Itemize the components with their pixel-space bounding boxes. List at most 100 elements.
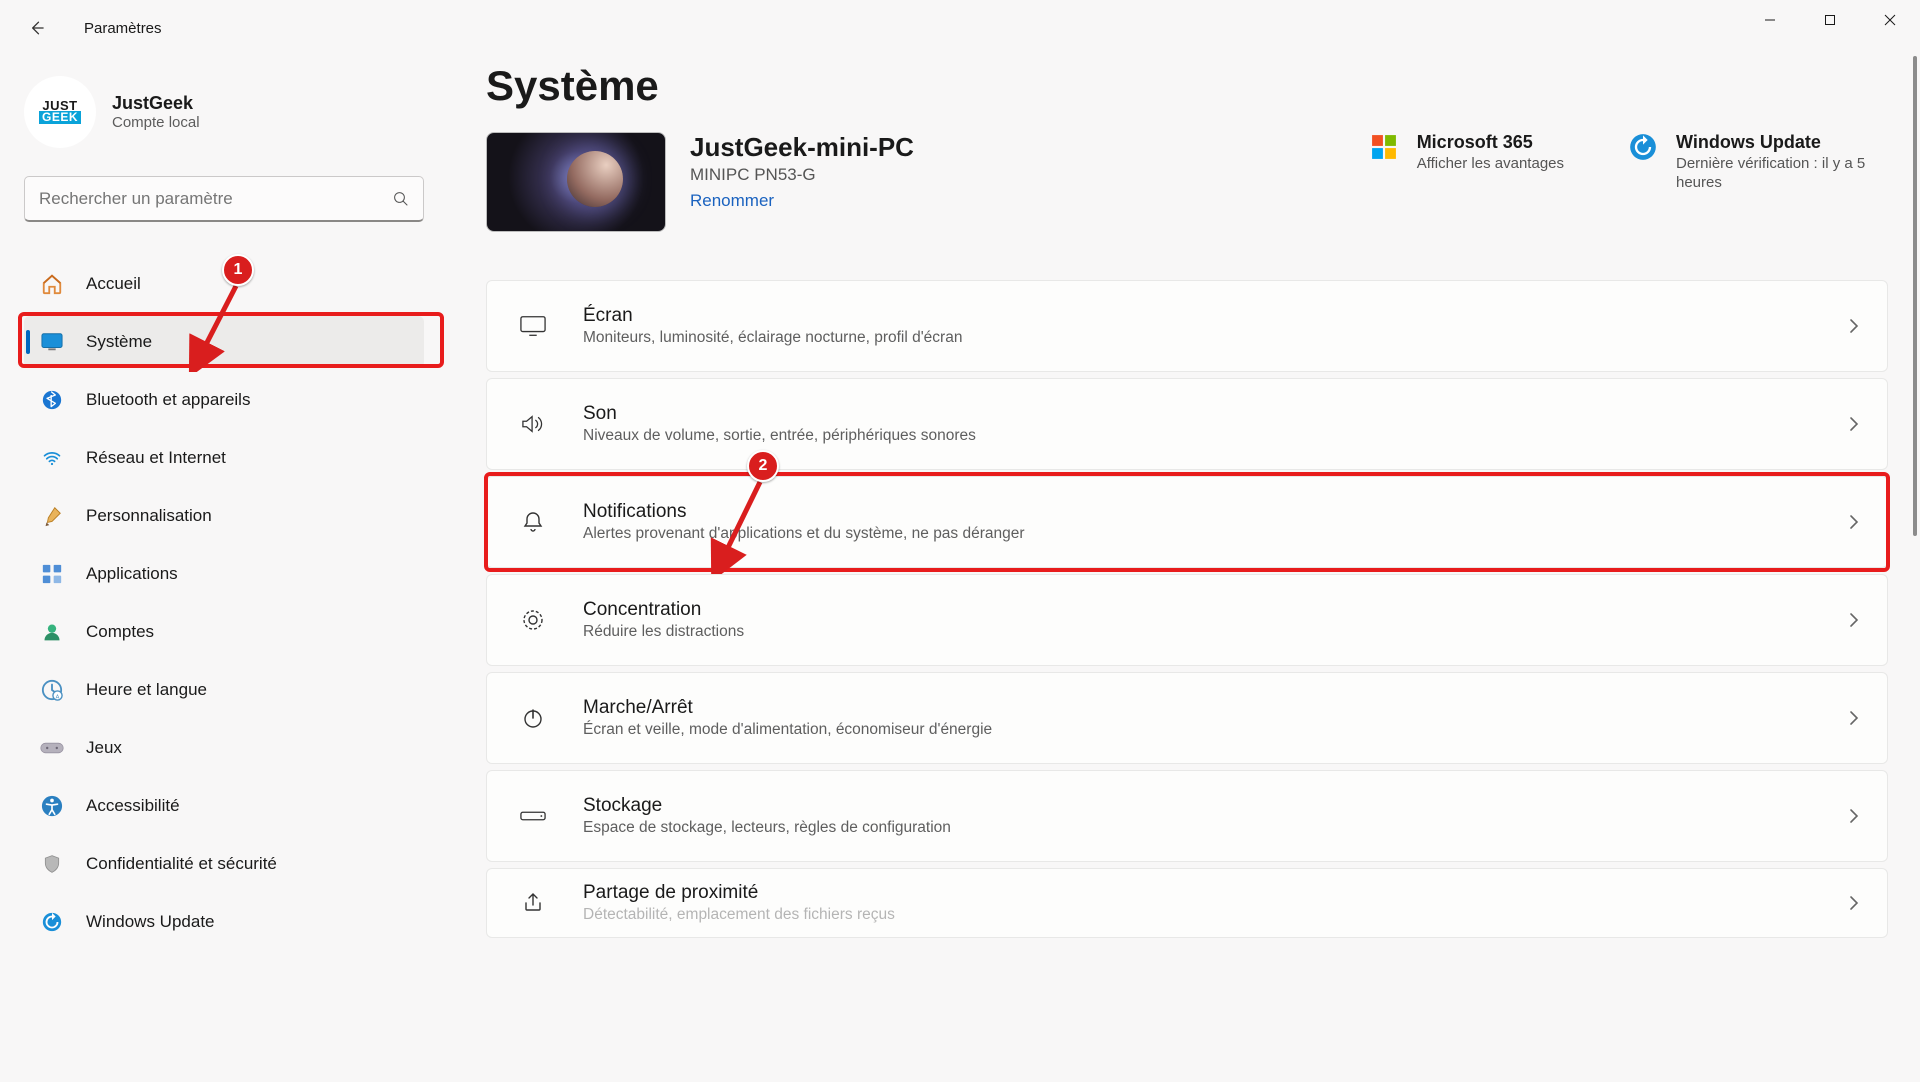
scrollbar-thumb[interactable] — [1913, 56, 1917, 536]
setting-sub: Espace de stockage, lecteurs, règles de … — [583, 819, 951, 837]
brush-icon — [40, 504, 64, 528]
sidebar-item-bluetooth[interactable]: Bluetooth et appareils — [24, 374, 424, 426]
sidebar-item-home[interactable]: Accueil — [24, 258, 424, 310]
setting-title: Notifications — [583, 501, 1025, 523]
setting-title: Partage de proximité — [583, 882, 895, 904]
sidebar-item-label: Accessibilité — [86, 796, 180, 816]
setting-title: Stockage — [583, 795, 951, 817]
avatar-text-bottom: GEEK — [39, 111, 81, 124]
maximize-icon — [1824, 14, 1836, 26]
rename-link[interactable]: Renommer — [690, 191, 774, 211]
search-input[interactable] — [24, 176, 424, 222]
privacy-icon — [40, 852, 64, 876]
chevron-right-icon — [1849, 318, 1859, 334]
update-sub: Dernière vérification : il y a 5 heures — [1676, 155, 1888, 193]
storage-icon — [515, 809, 551, 823]
update-block[interactable]: Windows Update Dernière vérification : i… — [1628, 132, 1888, 193]
desktop-thumbnail — [486, 132, 666, 232]
pc-name: JustGeek-mini-PC — [690, 132, 1345, 163]
sidebar-item-accounts[interactable]: Comptes — [24, 606, 424, 658]
scrollbar[interactable] — [1906, 56, 1920, 1082]
time-lang-icon: A — [40, 678, 64, 702]
search-icon — [392, 190, 410, 208]
apps-icon — [40, 562, 64, 586]
games-icon — [40, 736, 64, 760]
setting-sub: Moniteurs, luminosité, éclairage nocturn… — [583, 329, 962, 347]
bell-icon — [515, 510, 551, 534]
account-card[interactable]: JUST GEEK JustGeek Compte local — [24, 76, 424, 148]
window-title: Paramètres — [84, 20, 162, 37]
setting-sub: Niveaux de volume, sortie, entrée, périp… — [583, 427, 976, 445]
sidebar-item-label: Réseau et Internet — [86, 448, 226, 468]
setting-row-focus[interactable]: Concentration Réduire les distractions — [486, 574, 1888, 666]
avatar: JUST GEEK — [24, 76, 96, 148]
sidebar-item-label: Windows Update — [86, 912, 215, 932]
setting-sub: Détectabilité, emplacement des fichiers … — [583, 906, 895, 924]
power-icon — [515, 706, 551, 730]
setting-sub: Réduire les distractions — [583, 623, 744, 641]
chevron-right-icon — [1849, 808, 1859, 824]
account-name: JustGeek — [112, 93, 200, 114]
sidebar-item-label: Confidentialité et sécurité — [86, 854, 277, 874]
sidebar-item-privacy[interactable]: Confidentialité et sécurité — [24, 838, 424, 890]
chevron-right-icon — [1849, 416, 1859, 432]
user-icon — [40, 620, 64, 644]
sidebar-item-label: Heure et langue — [86, 680, 207, 700]
system-icon — [40, 330, 64, 354]
maximize-button[interactable] — [1800, 0, 1860, 40]
sidebar-item-label: Accueil — [86, 274, 141, 294]
home-icon — [40, 272, 64, 296]
setting-title: Son — [583, 403, 976, 425]
microsoft-icon — [1369, 132, 1399, 162]
update-title: Windows Update — [1676, 132, 1888, 153]
focus-icon — [515, 608, 551, 632]
setting-row-storage[interactable]: Stockage Espace de stockage, lecteurs, r… — [486, 770, 1888, 862]
sidebar-item-label: Jeux — [86, 738, 122, 758]
sidebar-nav: Accueil Système Bluetooth et appareils — [24, 258, 424, 948]
chevron-right-icon — [1849, 514, 1859, 530]
minimize-icon — [1764, 14, 1776, 26]
minimize-button[interactable] — [1740, 0, 1800, 40]
account-type: Compte local — [112, 114, 200, 131]
sidebar-item-label: Personnalisation — [86, 506, 212, 526]
sidebar-item-label: Bluetooth et appareils — [86, 390, 250, 410]
sidebar-item-label: Comptes — [86, 622, 154, 642]
setting-title: Écran — [583, 305, 962, 327]
close-icon — [1884, 14, 1896, 26]
accessibility-icon — [40, 794, 64, 818]
setting-row-power[interactable]: Marche/Arrêt Écran et veille, mode d'ali… — [486, 672, 1888, 764]
back-button[interactable] — [24, 16, 48, 40]
sidebar-item-label: Applications — [86, 564, 178, 584]
close-button[interactable] — [1860, 0, 1920, 40]
chevron-right-icon — [1849, 895, 1859, 911]
m365-block[interactable]: Microsoft 365 Afficher les avantages — [1369, 132, 1564, 193]
chevron-right-icon — [1849, 612, 1859, 628]
setting-sub: Écran et veille, mode d'alimentation, éc… — [583, 721, 992, 739]
sidebar-item-system[interactable]: Système — [24, 316, 424, 368]
display-icon — [515, 315, 551, 337]
setting-row-sound[interactable]: Son Niveaux de volume, sortie, entrée, p… — [486, 378, 1888, 470]
setting-row-display[interactable]: Écran Moniteurs, luminosité, éclairage n… — [486, 280, 1888, 372]
setting-row-nearby-sharing[interactable]: Partage de proximité Détectabilité, empl… — [486, 868, 1888, 938]
m365-sub: Afficher les avantages — [1417, 155, 1564, 174]
sidebar-item-network[interactable]: Réseau et Internet — [24, 432, 424, 484]
m365-title: Microsoft 365 — [1417, 132, 1564, 153]
setting-row-notifications[interactable]: Notifications Alertes provenant d'applic… — [486, 476, 1888, 568]
chevron-right-icon — [1849, 710, 1859, 726]
search-box[interactable] — [24, 176, 424, 222]
page-title: Système — [486, 62, 1888, 110]
share-icon — [515, 891, 551, 915]
pc-model: MINIPC PN53-G — [690, 165, 1345, 185]
setting-title: Marche/Arrêt — [583, 697, 992, 719]
sidebar-item-time-language[interactable]: A Heure et langue — [24, 664, 424, 716]
sidebar-item-windows-update[interactable]: Windows Update — [24, 896, 424, 948]
sidebar-item-label: Système — [86, 332, 152, 352]
sidebar-item-apps[interactable]: Applications — [24, 548, 424, 600]
wifi-icon — [40, 446, 64, 470]
setting-sub: Alertes provenant d'applications et du s… — [583, 525, 1025, 543]
sidebar-item-gaming[interactable]: Jeux — [24, 722, 424, 774]
arrow-left-icon — [26, 18, 46, 38]
bluetooth-icon — [40, 388, 64, 412]
sidebar-item-personalization[interactable]: Personnalisation — [24, 490, 424, 542]
sidebar-item-accessibility[interactable]: Accessibilité — [24, 780, 424, 832]
